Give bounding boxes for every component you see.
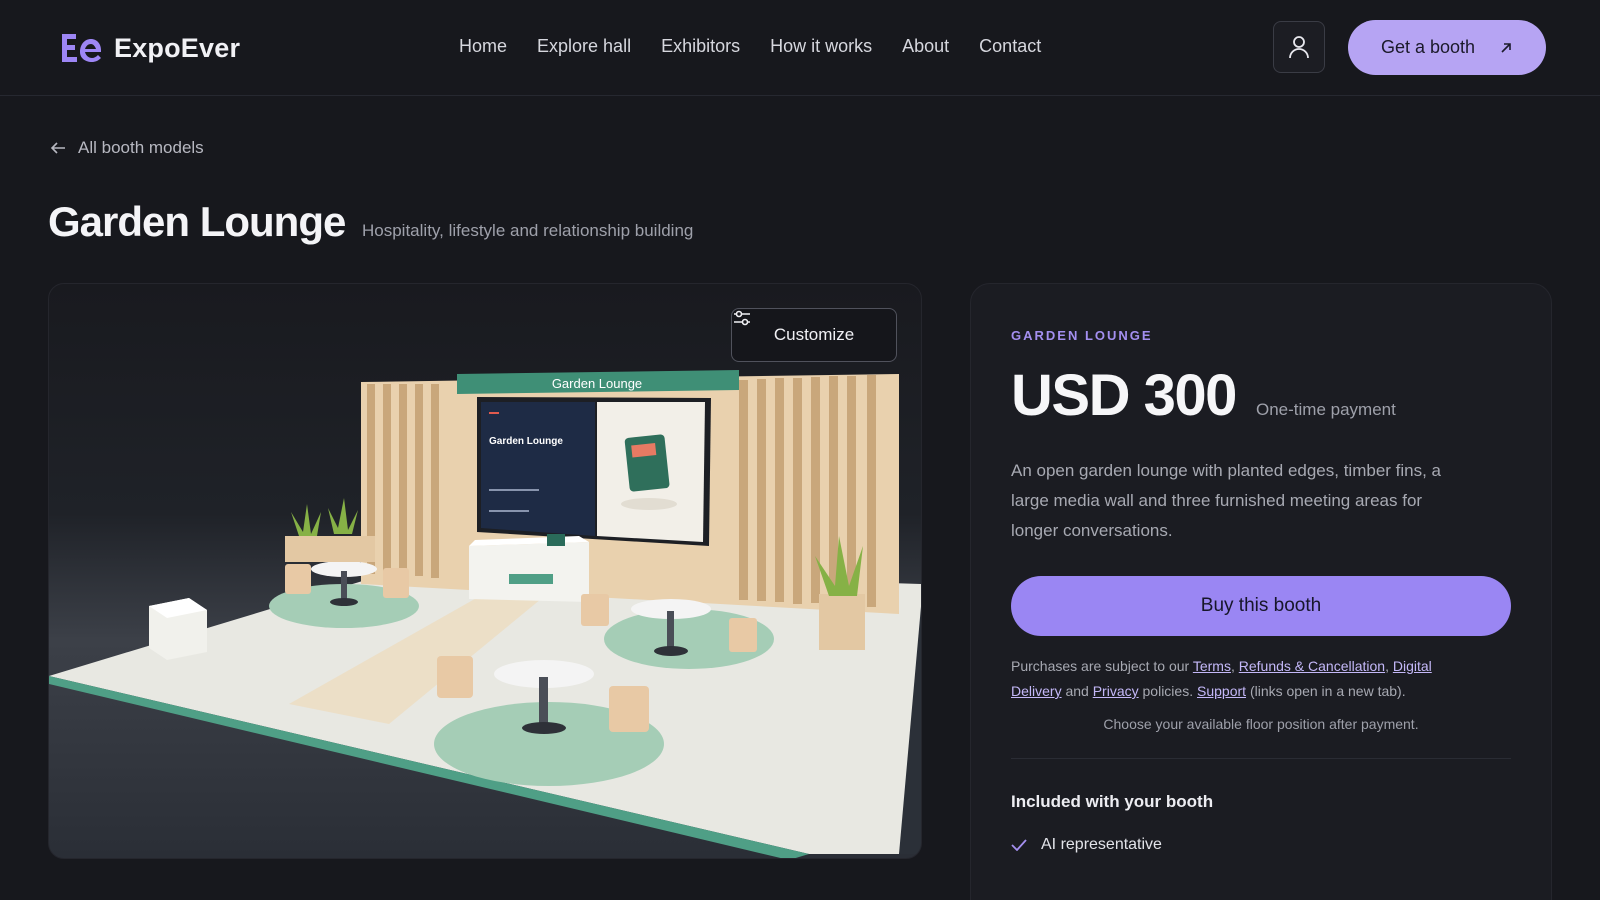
get-a-booth-button[interactable]: Get a booth — [1348, 20, 1546, 75]
nav-about[interactable]: About — [902, 36, 949, 57]
buy-booth-button[interactable]: Buy this booth — [1011, 576, 1511, 636]
arrow-left-icon — [50, 142, 65, 154]
get-a-booth-label: Get a booth — [1380, 37, 1476, 57]
nav-how-it-works[interactable]: How it works — [770, 36, 872, 57]
arrow-up-right-icon — [1501, 42, 1511, 53]
nav-explore-hall[interactable]: Explore hall — [537, 36, 631, 57]
product-price: USD 300 — [1011, 363, 1237, 428]
legal-suffix: (links open in a new tab). — [1249, 683, 1406, 699]
legal-prefix: Purchases are subject to our — [1011, 658, 1190, 674]
logo-mark-icon — [62, 34, 101, 62]
nav-home[interactable]: Home — [459, 36, 507, 57]
product-eyebrow: GARDEN LOUNGE — [1011, 328, 1153, 343]
nav-exhibitors[interactable]: Exhibitors — [661, 36, 740, 57]
brand-logo[interactable]: ExpoEver — [58, 30, 240, 66]
buy-booth-label: Buy this booth — [1200, 595, 1322, 616]
back-label: All booth models — [78, 138, 204, 157]
brand-name: ExpoEver — [114, 32, 241, 63]
legal-notice: Purchases are subject to our Terms, Refu… — [1011, 658, 1432, 699]
customize-label: Customize — [773, 325, 855, 344]
nav-links: Home Explore hall Exhibitors How it work… — [459, 36, 1041, 57]
reception-counter — [469, 542, 589, 602]
terms-link[interactable]: Terms — [1193, 658, 1231, 674]
info-cube — [149, 598, 207, 660]
customize-button[interactable]: Customize — [731, 308, 897, 362]
legal-and: and — [1065, 683, 1089, 699]
privacy-link[interactable]: Privacy — [1093, 683, 1139, 699]
price-note: One-time payment — [1256, 400, 1396, 419]
product-description: An open garden lounge with planted edges… — [1011, 461, 1442, 540]
check-icon — [1011, 839, 1027, 851]
back-to-models-link[interactable]: All booth models — [50, 138, 204, 158]
page-title: Garden Lounge — [48, 198, 346, 245]
legal-policies: policies. — [1142, 683, 1194, 699]
floor-position-note: Choose your available floor position aft… — [1103, 716, 1419, 732]
user-icon — [1289, 36, 1309, 59]
included-item-label: AI representative — [1041, 836, 1162, 853]
divider — [1011, 758, 1511, 759]
purchase-card: GARDEN LOUNGE USD 300 One-time payment A… — [970, 283, 1552, 900]
booth-render: Garden Lounge Garden Lounge — [49, 370, 921, 858]
top-navigation: ExpoEver Home Explore hall Exhibitors Ho… — [0, 0, 1600, 96]
sliders-icon — [734, 310, 750, 326]
page-subtitle: Hospitality, lifestyle and relationship … — [362, 221, 694, 240]
booth-3d-viewer[interactable]: Garden Lounge Garden Lounge Customize — [48, 283, 922, 859]
banner-text: Garden Lounge — [552, 376, 642, 391]
support-link[interactable]: Support — [1197, 683, 1246, 699]
included-item: AI representative — [1011, 836, 1162, 854]
screen-title: Garden Lounge — [489, 436, 563, 447]
nav-contact[interactable]: Contact — [979, 36, 1041, 57]
media-screen-left — [481, 402, 595, 536]
included-title: Included with your booth — [1011, 792, 1214, 811]
account-button[interactable] — [1273, 21, 1325, 73]
refunds-link[interactable]: Refunds & Cancellation — [1239, 658, 1385, 674]
